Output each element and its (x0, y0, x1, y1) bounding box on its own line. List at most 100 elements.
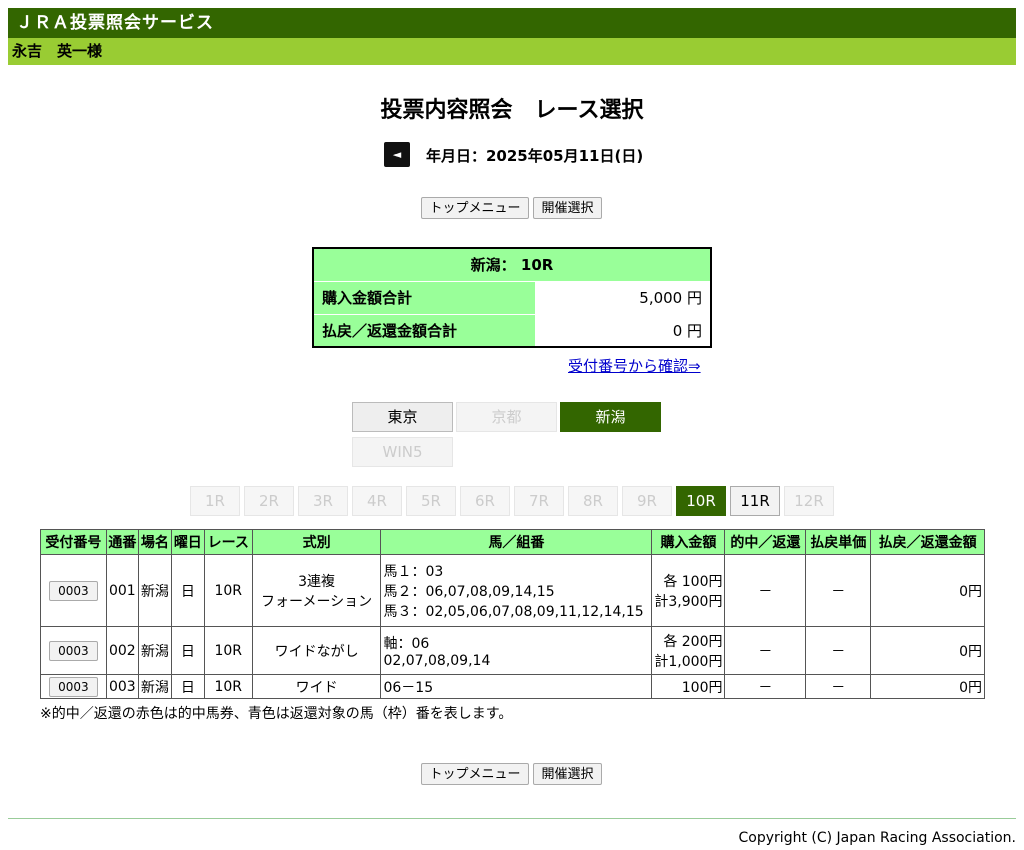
col-header: 受付番号 (40, 529, 107, 555)
race-button-9r: 9R (622, 486, 672, 516)
legend-note: ※的中／返還の赤色は的中馬券、青色は返還対象の馬（枠）番を表します。 (40, 706, 513, 722)
race-button-10r[interactable]: 10R (676, 486, 726, 516)
race-button-6r: 6R (460, 486, 510, 516)
bet-type-cell: ワイドながし (251, 626, 382, 675)
unit-price-cell: － (805, 626, 872, 675)
race-cell: 10R (203, 626, 253, 675)
amount-line: 計1,000円 (654, 653, 723, 670)
amount-cell: 各 200円 計1,000円 (651, 626, 726, 675)
bet-type-line: ワイド (295, 679, 338, 696)
race-button-7r: 7R (514, 486, 564, 516)
combo-line: 06－15 (383, 679, 434, 696)
receipt-button[interactable]: 0003 (49, 580, 98, 601)
table-header-row: 受付番号 通番 場名 曜日 レース 式別 馬／組番 購入金額 的中／返還 払戻単… (40, 529, 985, 555)
venue-select-button[interactable]: 開催選択 (533, 763, 602, 785)
confirm-by-receipt-link[interactable]: 受付番号から確認⇒ (568, 355, 701, 376)
day-cell: 日 (170, 626, 205, 675)
receipt-button[interactable]: 0003 (49, 640, 98, 661)
col-header: 購入金額 (651, 529, 726, 555)
bet-type-cell: 3連複 フォーメーション (251, 554, 382, 627)
race-button-12r: 12R (784, 486, 834, 516)
venue-tab-niigata[interactable]: 新潟 (560, 402, 661, 432)
combo-cell: 軸：06 02,07,08,09,14 (380, 626, 653, 675)
summary-label: 払戻／返還金額合計 (312, 313, 536, 348)
seq-cell: 001 (105, 554, 139, 627)
venue-cell: 新潟 (137, 626, 172, 675)
payout-cell: 0円 (870, 626, 985, 675)
race-button-1r: 1R (190, 486, 240, 516)
amount-cell: 各 100円 計3,900円 (651, 554, 726, 627)
date-row: ◄ 年月日：2025年05月11日(日) (0, 142, 1024, 168)
amount-line: 各 100円 (663, 573, 723, 590)
race-button-5r: 5R (406, 486, 456, 516)
user-bar: 永吉 英一様 (8, 38, 1016, 65)
bet-type-line: 3連複 (298, 573, 336, 590)
table-row: 0003 002 新潟 日 10R ワイドながし 軸：06 02,07,08,0… (40, 626, 985, 675)
venue-select-button[interactable]: 開催選択 (533, 197, 602, 219)
date-label: 年月日：2025年05月11日(日) (426, 147, 644, 165)
hit-cell: － (724, 674, 807, 699)
race-button-3r: 3R (298, 486, 348, 516)
seq-cell: 002 (105, 626, 139, 675)
service-header: ＪＲＡ投票照会サービス (8, 8, 1016, 38)
col-header: 的中／返還 (724, 529, 807, 555)
venue-tab-tokyo[interactable]: 東京 (352, 402, 453, 432)
user-name: 永吉 英一様 (12, 42, 103, 60)
unit-price-cell: － (805, 674, 872, 699)
summary-label: 購入金額合計 (312, 280, 536, 315)
combo-cell: 馬１：03 馬２：06,07,08,09,14,15 馬３：02,05,06,0… (380, 554, 653, 627)
venue-cell: 新潟 (137, 674, 172, 699)
service-title: ＪＲＡ投票照会サービス (16, 13, 214, 33)
bet-type-cell: ワイド (251, 674, 382, 699)
day-cell: 日 (170, 674, 205, 699)
combo-line: 02,07,08,09,14 (383, 652, 491, 669)
venue-tab-kyoto: 京都 (456, 402, 557, 432)
top-menu-button[interactable]: トップメニュー (421, 197, 529, 219)
col-header: 馬／組番 (380, 529, 653, 555)
combo-line: 馬２：06,07,08,09,14,15 (383, 583, 555, 600)
col-header: 通番 (105, 529, 139, 555)
unit-price-cell: － (805, 554, 872, 627)
page-title: 投票内容照会 レース選択 (380, 98, 644, 123)
combo-line: 軸：06 (383, 635, 430, 652)
bet-type-line: フォーメーション (261, 593, 373, 610)
payout-cell: 0円 (870, 674, 985, 699)
race-button-2r: 2R (244, 486, 294, 516)
top-menu-button[interactable]: トップメニュー (421, 763, 529, 785)
amount-line: 計3,900円 (654, 593, 723, 610)
amount-line: 100円 (681, 679, 723, 696)
hit-cell: － (724, 626, 807, 675)
payout-cell: 0円 (870, 554, 985, 627)
summary-value: 0 円 (534, 313, 712, 348)
col-header: レース (203, 529, 253, 555)
amount-line: 各 200円 (663, 633, 723, 650)
col-header: 式別 (251, 529, 382, 555)
summary-header: 新潟： 10R (312, 247, 712, 282)
venue-cell: 新潟 (137, 554, 172, 627)
race-cell: 10R (203, 554, 253, 627)
summary-table: 新潟： 10R 購入金額合計 5,000 円 払戻／返還金額合計 0 円 (312, 247, 712, 348)
race-button-8r: 8R (568, 486, 618, 516)
table-row: 0003 003 新潟 日 10R ワイド 06－15 100円 － － 0円 (40, 674, 985, 699)
race-cell: 10R (203, 674, 253, 699)
amount-cell: 100円 (651, 674, 726, 699)
combo-cell: 06－15 (380, 674, 653, 699)
day-cell: 日 (170, 554, 205, 627)
col-header: 曜日 (170, 529, 205, 555)
seq-cell: 003 (105, 674, 139, 699)
race-button-11r[interactable]: 11R (730, 486, 780, 516)
col-header: 払戻単価 (805, 529, 872, 555)
col-header: 場名 (137, 529, 172, 555)
hit-cell: － (724, 554, 807, 627)
summary-value: 5,000 円 (534, 280, 712, 315)
race-button-4r: 4R (352, 486, 402, 516)
footer-divider (8, 818, 1016, 819)
copyright: Copyright (C) Japan Racing Association. (738, 830, 1016, 846)
table-row: 0003 001 新潟 日 10R 3連複 フォーメーション 馬１：03 馬２：… (40, 554, 985, 627)
combo-line: 馬１：03 (383, 563, 444, 580)
prev-date-icon[interactable]: ◄ (384, 142, 410, 167)
combo-line: 馬３：02,05,06,07,08,09,11,12,14,15 (383, 603, 644, 620)
bets-table: 受付番号 通番 場名 曜日 レース 式別 馬／組番 購入金額 的中／返還 払戻単… (40, 529, 985, 699)
venue-tab-win5: WIN5 (352, 437, 453, 467)
receipt-button[interactable]: 0003 (49, 676, 98, 697)
